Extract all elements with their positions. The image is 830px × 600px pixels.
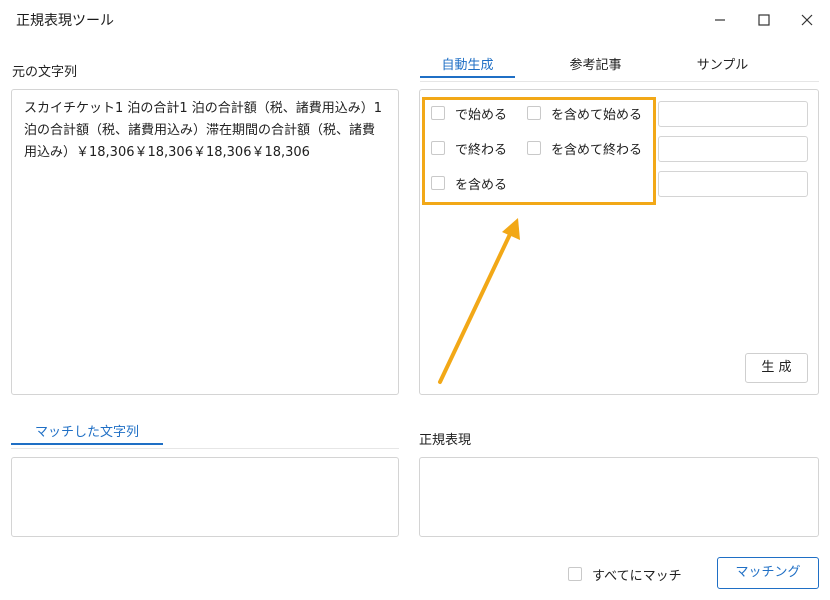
title-bar: 正規表現ツール <box>0 0 830 40</box>
ends-with-input[interactable] <box>658 136 808 162</box>
maximize-button[interactable] <box>752 8 776 32</box>
tab-sample[interactable]: サンプル <box>675 56 770 76</box>
generate-button[interactable]: 生 成 <box>745 353 808 383</box>
matching-button[interactable]: マッチング <box>717 557 819 589</box>
contains-input[interactable] <box>658 171 808 197</box>
source-textarea[interactable]: スカイチケット1 泊の合計1 泊の合計額（税、諸費用込み）1 泊の合計額（税、諸… <box>11 89 399 395</box>
match-all-label: すべてにマッチ <box>592 569 682 584</box>
starts-with-input[interactable] <box>658 101 808 127</box>
annotation-arrow-icon <box>438 218 520 384</box>
source-text: スカイチケット1 泊の合計1 泊の合計額（税、諸費用込み）1 泊の合計額（税、諸… <box>24 101 383 160</box>
matched-strings-tab[interactable]: マッチした文字列 <box>11 423 163 443</box>
minimize-button[interactable] <box>708 8 732 32</box>
close-icon <box>801 14 813 26</box>
regex-textarea[interactable] <box>419 457 819 537</box>
regex-tool-window: 正規表現ツール 元の文字列 スカイチケット1 泊の合計1 泊の合計額（税、諸費用… <box>0 0 830 600</box>
minimize-icon <box>715 19 725 21</box>
maximize-icon <box>758 14 770 26</box>
matched-tab-underline <box>11 443 163 445</box>
regex-label: 正規表現 <box>419 433 472 448</box>
window-title: 正規表現ツール <box>16 13 114 29</box>
tab-reference-articles[interactable]: 参考記事 <box>548 56 643 76</box>
matched-tab-rule <box>11 448 399 449</box>
tab-rule <box>420 81 819 82</box>
close-button[interactable] <box>795 8 819 32</box>
source-label: 元の文字列 <box>12 65 78 80</box>
tab-active-underline <box>420 76 515 78</box>
match-all-checkbox[interactable] <box>568 567 582 581</box>
options-highlight-box <box>422 97 656 205</box>
tab-auto-generate[interactable]: 自動生成 <box>420 56 515 76</box>
matched-strings-box[interactable] <box>11 457 399 537</box>
